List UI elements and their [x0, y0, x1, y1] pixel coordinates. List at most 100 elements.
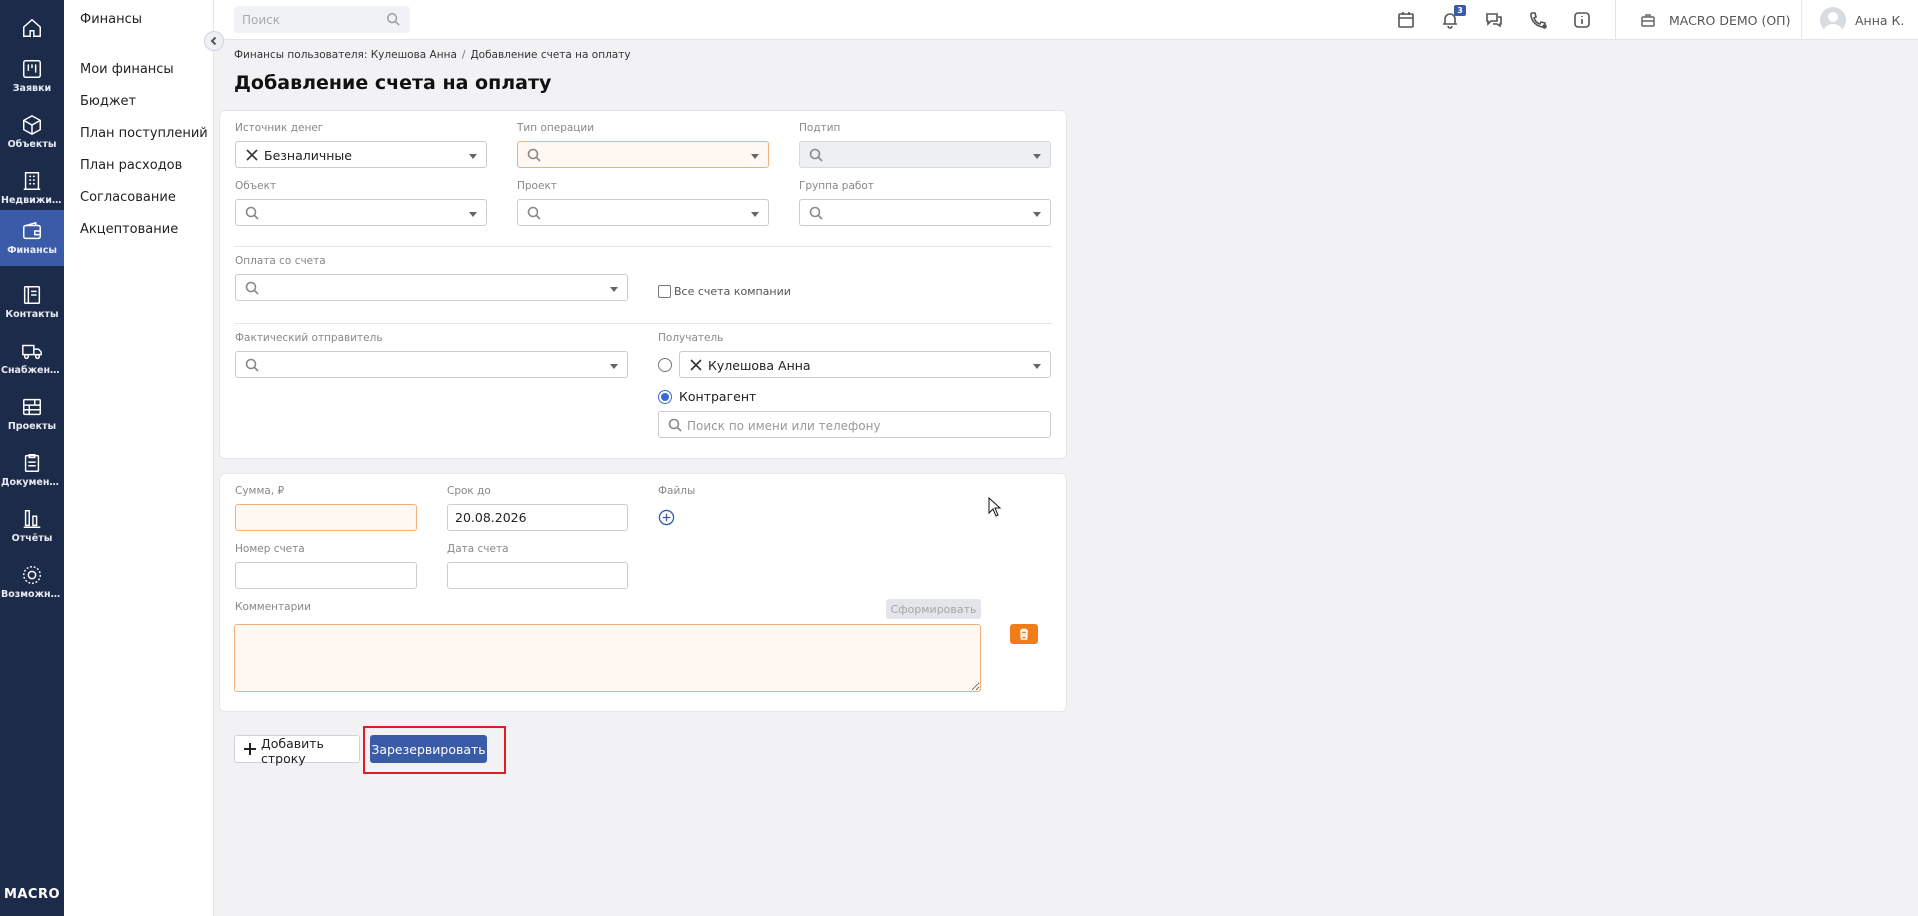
- source-select[interactable]: Безналичные: [235, 141, 487, 168]
- chevron-down-icon: [1033, 364, 1041, 369]
- counterparty-placeholder: Поиск по имени или телефону: [687, 419, 881, 433]
- due-label: Срок до: [447, 485, 491, 497]
- clear-icon[interactable]: [245, 148, 259, 162]
- rail-item-requests[interactable]: Заявки: [0, 48, 64, 104]
- pay-from-select[interactable]: [235, 274, 628, 301]
- building-icon: [23, 172, 41, 190]
- source-label: Источник денег: [235, 122, 324, 134]
- comment-textarea[interactable]: [234, 624, 981, 692]
- search-input[interactable]: [234, 6, 410, 33]
- subnav-item-budget[interactable]: Бюджет: [80, 94, 136, 109]
- wallet-icon: [23, 221, 41, 240]
- clipboard-icon: [24, 454, 40, 472]
- rail-label: Заявки: [12, 83, 52, 94]
- rail-item-supply[interactable]: Снабжение: [0, 330, 64, 386]
- recipient-value: Кулешова Анна: [708, 358, 811, 373]
- truck-icon: [22, 344, 42, 360]
- user-menu[interactable]: Анна К.: [1855, 13, 1904, 28]
- reserve-button[interactable]: Зарезервировать: [370, 735, 487, 763]
- rail-label: Возможно...: [1, 589, 63, 600]
- search-icon: [245, 206, 259, 220]
- subtype-select: [799, 141, 1051, 168]
- amount-input[interactable]: [235, 504, 417, 531]
- rail-item-finance[interactable]: Финансы: [0, 210, 64, 266]
- chevron-down-icon: [1033, 154, 1041, 159]
- actual-sender-label: Фактический отправитель: [235, 332, 383, 344]
- gear-icon: [23, 566, 41, 584]
- invoice-number-input[interactable]: [235, 562, 417, 589]
- rail-item-realty[interactable]: Недвижим...: [0, 160, 64, 216]
- bar-chart-icon: [23, 510, 41, 528]
- generate-button: Сформировать: [886, 599, 981, 619]
- chevron-down-icon: [610, 287, 618, 292]
- work-group-select[interactable]: [799, 199, 1051, 226]
- avatar[interactable]: [1820, 7, 1846, 33]
- rail-item-projects[interactable]: Проекты: [0, 386, 64, 442]
- page-title: Добавление счета на оплату: [234, 72, 552, 94]
- rail-item-objects[interactable]: Объекты: [0, 104, 64, 160]
- clear-icon[interactable]: [689, 358, 703, 372]
- subnav-title: Финансы: [80, 12, 143, 27]
- due-date-input[interactable]: [447, 504, 628, 531]
- plus-icon: [244, 743, 256, 755]
- op-type-select[interactable]: [517, 141, 769, 168]
- phone-icon[interactable]: [1528, 10, 1548, 30]
- top-divider: [1615, 0, 1616, 40]
- home-icon: [23, 18, 41, 37]
- subnav-item-approval[interactable]: Согласование: [80, 190, 176, 205]
- search-icon: [245, 358, 259, 372]
- rail-label: Недвижим...: [1, 195, 63, 206]
- rail-item-reports[interactable]: Отчёты: [0, 498, 64, 554]
- rail-label: Объекты: [7, 139, 57, 150]
- chat-icon[interactable]: [1484, 10, 1504, 30]
- chevron-down-icon: [469, 212, 477, 217]
- search-icon: [387, 13, 400, 26]
- recipient-label: Получатель: [658, 332, 724, 344]
- user-icon: [1823, 12, 1843, 33]
- subnav-item-my-finances[interactable]: Мои финансы: [80, 62, 174, 77]
- top-divider: [1801, 0, 1802, 40]
- subtype-label: Подтип: [799, 122, 841, 134]
- counterparty-label: Контрагент: [679, 389, 757, 404]
- invoice-date-input[interactable]: [447, 562, 628, 589]
- rail-label: Проекты: [7, 421, 57, 432]
- rail-label: Отчёты: [11, 533, 53, 544]
- collapse-sidebar-button[interactable]: [204, 31, 224, 51]
- source-value: Безналичные: [264, 148, 352, 163]
- company-selector[interactable]: MACRO DEMO (ОП): [1669, 13, 1790, 28]
- comment-label: Комментарии: [235, 601, 311, 613]
- recipient-select[interactable]: Кулешова Анна: [679, 351, 1051, 378]
- work-group-label: Группа работ: [799, 180, 874, 192]
- rail-label: Контакты: [5, 309, 59, 320]
- info-icon[interactable]: [1572, 10, 1592, 30]
- rail-label: Финансы: [7, 245, 57, 256]
- invoice-date-label: Дата счета: [447, 543, 509, 555]
- search-icon: [527, 206, 541, 220]
- object-select[interactable]: [235, 199, 487, 226]
- rail-item-contacts[interactable]: Контакты: [0, 274, 64, 330]
- object-label: Объект: [235, 180, 277, 192]
- actual-sender-select[interactable]: [235, 351, 628, 378]
- project-select[interactable]: [517, 199, 769, 226]
- recipient-user-radio[interactable]: [658, 358, 672, 372]
- subnav-item-income-plan[interactable]: План поступлений: [80, 126, 208, 141]
- rail-label: Документы: [1, 477, 63, 488]
- counterparty-radio[interactable]: [658, 390, 672, 404]
- breadcrumb-separator: /: [461, 49, 466, 61]
- calendar-icon[interactable]: [1396, 10, 1416, 30]
- briefcase-icon: [1641, 14, 1655, 27]
- pay-from-label: Оплата со счета: [235, 255, 326, 267]
- subnav-item-acceptance[interactable]: Акцептование: [80, 222, 178, 237]
- all-accounts-checkbox[interactable]: [658, 285, 671, 298]
- add-file-icon[interactable]: [658, 509, 675, 526]
- counterparty-search[interactable]: Поиск по имени или телефону: [658, 411, 1051, 438]
- notification-badge: 3: [1454, 5, 1466, 16]
- breadcrumb-parent[interactable]: Финансы пользователя: Кулешова Анна: [234, 49, 457, 61]
- delete-row-button[interactable]: [1010, 624, 1038, 644]
- finance-subnav: Финансы Мои финансы Бюджет План поступле…: [64, 0, 214, 916]
- chevron-down-icon: [751, 212, 759, 217]
- subnav-item-expense-plan[interactable]: План расходов: [80, 158, 182, 173]
- rail-item-documents[interactable]: Документы: [0, 442, 64, 498]
- search-icon: [668, 418, 682, 432]
- rail-item-features[interactable]: Возможно...: [0, 554, 64, 610]
